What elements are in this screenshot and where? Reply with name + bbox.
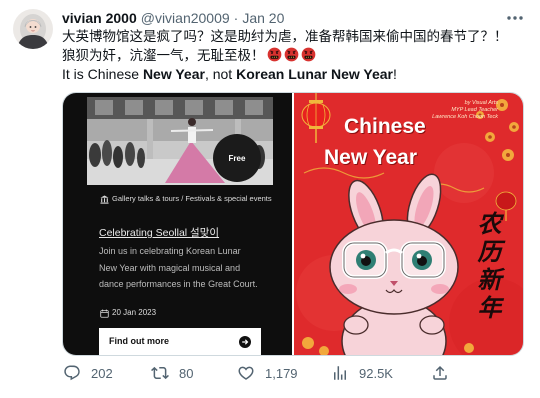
- free-badge: Free: [213, 134, 261, 182]
- tweet-text-line-2: 狼狈为奸，沆瀣一气，无耻至极！: [62, 45, 528, 65]
- face-with-symbols-on-mouth-icon: [284, 47, 299, 62]
- event-description: Join us in celebrating Korean Lunar New …: [99, 246, 258, 290]
- more-icon: [507, 16, 523, 20]
- tweet-text-bold-segment: New Year: [142, 65, 205, 82]
- tweet-actions: 202 80 1,179 92.5K: [0, 362, 540, 386]
- tweet-text-line-1: 大英博物馆这是疯了吗？这是助纣为虐，准备帮韩国来偷中国的春节了？！: [62, 25, 528, 45]
- tweet-text-bold-segment: Korean Lunar New Year: [236, 65, 394, 82]
- share-icon: [433, 365, 447, 380]
- retweet-button[interactable]: 80: [151, 362, 193, 384]
- poster-title-line-1: Chinese: [344, 115, 426, 138]
- views-count: 92.5K: [359, 365, 393, 381]
- retweet-count: 80: [179, 365, 194, 381]
- tweet-timestamp[interactable]: Jan 20: [242, 10, 284, 26]
- find-out-more-label: Find out more: [109, 336, 169, 346]
- author-handle[interactable]: @vivian20009: [141, 10, 230, 26]
- face-with-symbols-on-mouth-icon: [267, 47, 282, 62]
- tweet-text-segment: !: [393, 65, 397, 82]
- views-button[interactable]: 92.5K: [331, 362, 393, 384]
- face-with-symbols-on-mouth-icon: [301, 47, 316, 62]
- event-title[interactable]: Celebrating Seollal 설맞이: [99, 225, 219, 240]
- poster-credit-line: MYP Lead Teacher: [451, 107, 498, 113]
- share-button[interactable]: [431, 362, 449, 384]
- poster-credit-line: by Visual Arts: [464, 100, 498, 106]
- views-icon: [334, 366, 346, 380]
- museum-building-icon: [100, 195, 109, 204]
- tweet-text-line-2-content: 狼狈为奸，沆瀣一气，无耻至极！: [62, 48, 265, 64]
- reply-icon: [64, 365, 80, 381]
- tweet-text-line-3: It is Chinese New Year , not Korean Luna…: [62, 64, 528, 84]
- calendar-icon: [100, 309, 109, 318]
- poster-title-line-2: New Year: [324, 146, 418, 169]
- header-separator: ·: [233, 10, 239, 26]
- tweet-text-line-1-content: 大英博物馆这是疯了吗？这是助纣为虐，准备帮韩国来偷中国的春节了？！: [62, 28, 508, 44]
- reply-count: 202: [91, 365, 113, 381]
- retweet-icon: [151, 366, 169, 380]
- find-out-more-button[interactable]: Find out more: [99, 328, 261, 355]
- heart-icon: [238, 366, 254, 380]
- reply-button[interactable]: 202: [63, 362, 113, 384]
- event-date: 20 Jan 2023: [112, 308, 157, 317]
- avatar-image: [13, 9, 53, 49]
- author-name[interactable]: vivian 2000: [62, 10, 137, 26]
- avatar[interactable]: [13, 9, 53, 49]
- arrow-right-circle-icon: [239, 336, 251, 348]
- tweet-media: Free Gallery talks & tours / Festivals &…: [62, 92, 524, 356]
- tweet-text-segment: It is Chinese: [62, 65, 143, 82]
- media-image-museum-card[interactable]: Free Gallery talks & tours / Festivals &…: [63, 93, 292, 355]
- tweet-text: 大英博物馆这是疯了吗？这是助纣为虐，准备帮韩国来偷中国的春节了？！ 狼狈为奸，沆…: [62, 25, 528, 84]
- like-count: 1,179: [265, 365, 298, 381]
- like-button[interactable]: 1,179: [237, 362, 298, 384]
- more-button[interactable]: [505, 10, 525, 26]
- event-category: Gallery talks & tours / Festivals & spec…: [112, 194, 272, 203]
- media-image-poster[interactable]: by Visual Arts MYP Lead Teacher Lawrence…: [294, 93, 523, 355]
- poster-vertical-caption: 农历新年: [473, 211, 500, 323]
- tweet-text-segment: , not: [204, 65, 237, 82]
